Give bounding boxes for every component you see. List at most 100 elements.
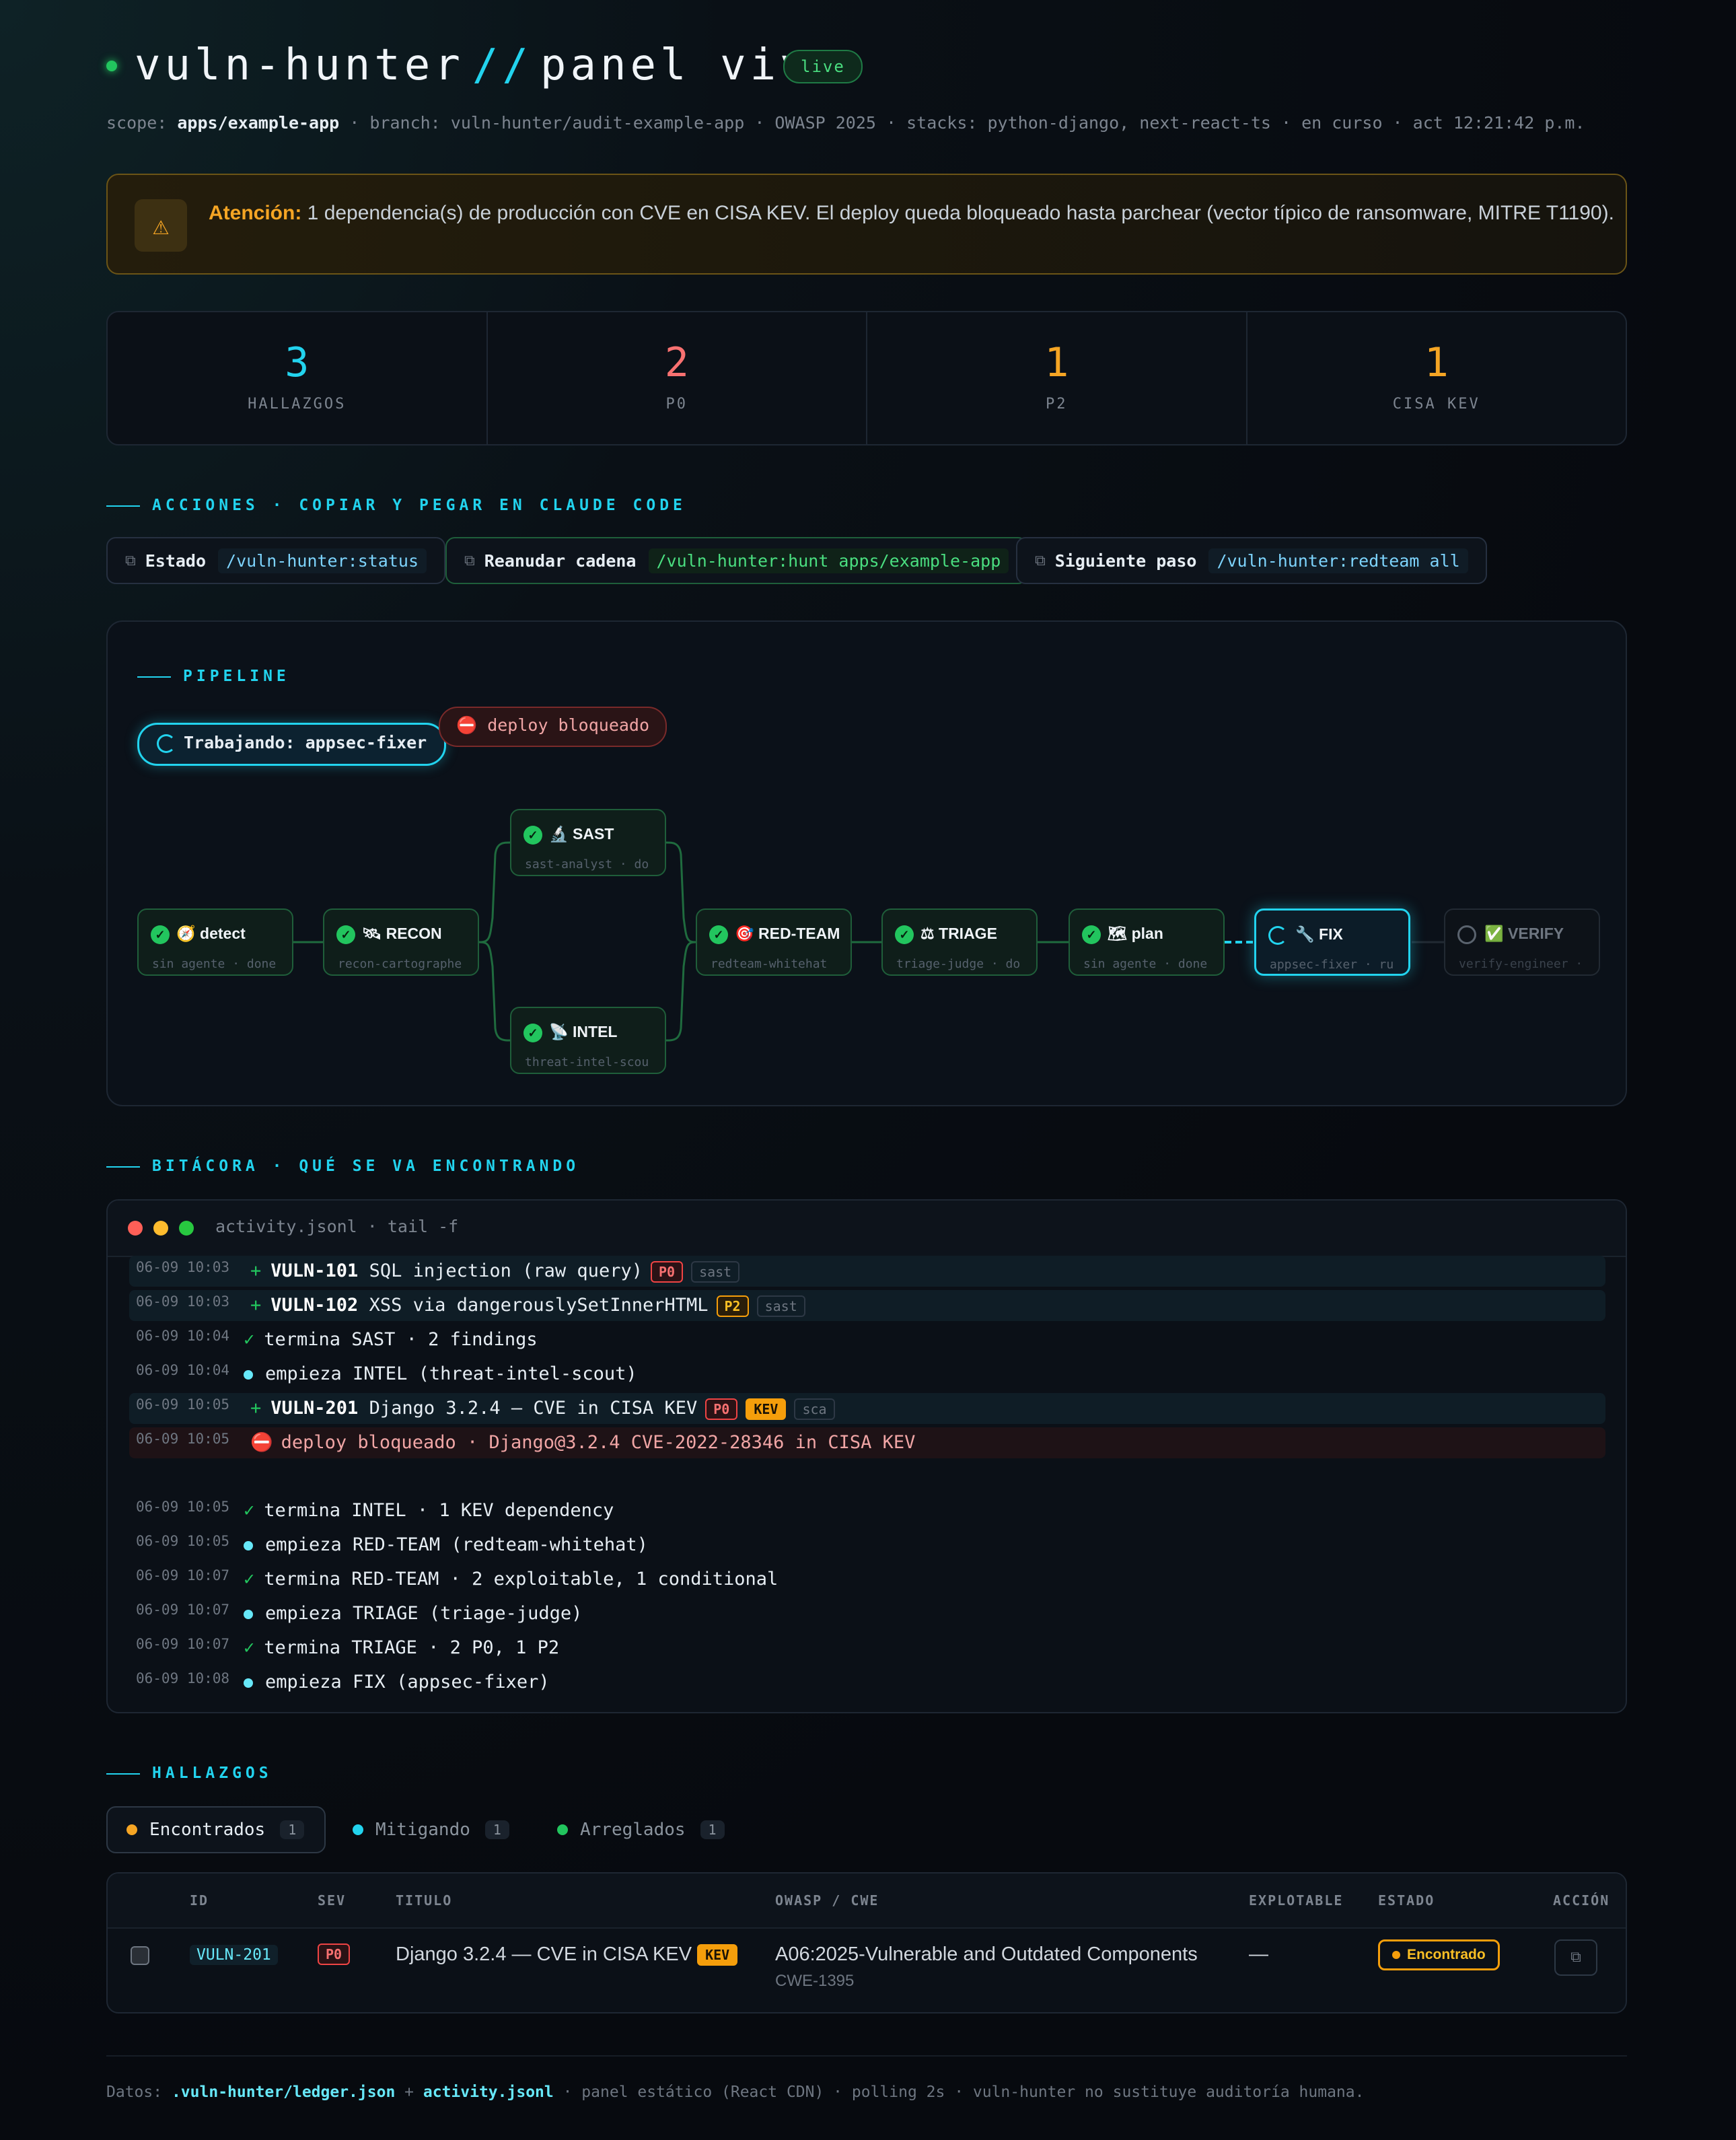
node-subtitle: sast-analyst · do (525, 857, 649, 871)
action-next-button[interactable]: ⧉ Siguiente paso/vuln-hunter:redteam all (1016, 537, 1487, 584)
log-text: XSS via dangerouslySetInnerHTML (369, 1295, 709, 1316)
log-time: 06-09 10:03 (136, 1293, 230, 1310)
log-text: termina RED-TEAM · 2 exploitable, 1 cond… (264, 1569, 779, 1590)
kev-tag: KEV (697, 1944, 738, 1966)
node-triage[interactable]: ✓ ⚖ TRIAGE triage-judge · do (881, 908, 1038, 976)
node-redteam[interactable]: ✓ 🎯 RED-TEAM redteam-whitehat (696, 908, 852, 976)
action-label: Estado (145, 550, 207, 571)
footer-file-activity: activity.jsonl (423, 2083, 554, 2101)
tab-arreglados[interactable]: Arreglados 1 (538, 1806, 744, 1853)
log-time: 06-09 10:03 (136, 1259, 230, 1275)
node-intel[interactable]: ✓ 📡 INTEL threat-intel-scou (510, 1007, 666, 1074)
status-dot-icon (353, 1824, 363, 1835)
log-row: 06-09 10:08 empieza FIX (appsec-fixer) (129, 1667, 1605, 1698)
edge-recon-sast (478, 841, 511, 943)
copy-icon: ⧉ (1570, 1949, 1581, 1966)
edge-recon-intel (478, 941, 511, 1042)
finding-title-text: Django 3.2.4 — CVE in CISA KEV (396, 1943, 692, 1965)
kev-tag: KEV (746, 1398, 787, 1420)
node-detect[interactable]: ✓ 🧭 detect sin agente · done (137, 908, 293, 976)
action-status-button[interactable]: ⧉ Estado/vuln-hunter:status (106, 537, 446, 584)
maximize-dot-icon (179, 1221, 194, 1236)
node-subtitle: triage-judge · do (896, 957, 1021, 971)
node-plan[interactable]: ✓ 🗺 plan sin agente · done (1069, 908, 1225, 976)
col-sev: SEV (318, 1892, 347, 1909)
activity-terminal: activity.jsonl · tail -f 06-09 10:03 + VUL… (106, 1199, 1627, 1713)
stat-p0: 2 P0 (488, 312, 867, 444)
terminal-title: activity.jsonl · tail -f (215, 1217, 459, 1236)
tab-count: 1 (280, 1820, 305, 1839)
findings-table: ID SEV TITULO OWASP / CWE EXPLOTABLE EST… (106, 1872, 1627, 2013)
log-text: empieza INTEL (threat-intel-scout) (265, 1363, 637, 1384)
state-dot-icon (1392, 1951, 1400, 1960)
table-header: ID SEV TITULO OWASP / CWE EXPLOTABLE EST… (108, 1874, 1626, 1929)
node-title: SAST (573, 825, 614, 843)
col-id: ID (190, 1892, 209, 1909)
row-checkbox[interactable] (131, 1946, 149, 1965)
col-title: TITULO (396, 1892, 453, 1909)
log-time: 06-09 10:04 (136, 1362, 230, 1378)
col-action: ACCIÓN (1553, 1892, 1610, 1909)
stat-hallazgos: 3 HALLAZGOS (108, 312, 488, 444)
log-row: 06-09 10:05 ✓ termina INTEL · 1 KEV depend… (129, 1495, 1605, 1526)
node-verify[interactable]: ✅ VERIFY verify-engineer · (1444, 908, 1600, 976)
stats-bar: 3 HALLAZGOS 2 P0 1 P2 1 CISA KEV (106, 311, 1627, 445)
title-left: vuln-hunter (135, 40, 464, 90)
footer-file-ledger: .vuln-hunter/ledger.json (171, 2083, 396, 2101)
log-row: 06-09 10:07 ✓ termina TRIAGE · 2 P0, 1 P2 (129, 1633, 1605, 1664)
copy-icon: ⧉ (1035, 552, 1046, 569)
spinner-icon (1268, 925, 1287, 945)
copy-icon: ⧉ (125, 552, 136, 569)
action-command: /vuln-hunter:status (218, 548, 427, 573)
alert-text: Atención: 1 dependencia(s) de producción… (209, 202, 1614, 225)
check-icon: ✓ (709, 925, 728, 944)
findings-heading: HALLAZGOS (106, 1764, 273, 1782)
node-subtitle: sin agente · done (152, 957, 277, 971)
stat-kev: 1 CISA KEV (1247, 312, 1626, 444)
severity-tag: P2 (716, 1295, 749, 1317)
finding-id: VULN-201 (190, 1945, 278, 1965)
tab-count: 1 (700, 1820, 725, 1839)
stat-value: 3 (285, 339, 310, 386)
action-resume-button[interactable]: ⧉ Reanudar cadena/vuln-hunter:hunt apps/e… (445, 537, 1028, 584)
footer-prefix: Datos: (106, 2083, 163, 2101)
state-label: Encontrado (1407, 1947, 1486, 1962)
node-recon[interactable]: ✓ 🛰 RECON recon-cartographe (323, 908, 479, 976)
kev-alert: ⚠ Atención: 1 dependencia(s) de producci… (106, 174, 1627, 275)
node-title: TRIAGE (939, 925, 997, 942)
finding-sev: P0 (318, 1943, 351, 1965)
node-fix[interactable]: 🔧 FIX appsec-fixer · ru (1254, 908, 1410, 976)
log-row: 06-09 10:04 empieza INTEL (threat-intel-s… (129, 1359, 1605, 1390)
node-subtitle: redteam-whitehat (711, 957, 828, 971)
log-row: 06-09 10:03 + VULN-101 SQL injection (raw … (129, 1256, 1605, 1287)
finding-state-badge[interactable]: Encontrado (1378, 1939, 1500, 1970)
source-tag: sast (691, 1260, 740, 1283)
footer-plus: + (404, 2083, 414, 2101)
log-time: 06-09 10:08 (136, 1670, 230, 1686)
copy-icon: ⧉ (464, 552, 475, 569)
microscope-icon: 🔬 (549, 825, 569, 843)
log-text: empieza TRIAGE (triage-judge) (265, 1603, 583, 1624)
stat-value: 1 (1044, 339, 1069, 386)
actions-heading: ACCIONES · COPIAR Y PEGAR EN CLAUDE CODE (106, 497, 686, 514)
footer-note: · panel estático (React CDN) · polling 2… (563, 2083, 1365, 2101)
live-badge: live (783, 50, 863, 83)
pipeline-connectors (293, 841, 1444, 1042)
stat-p2: 1 P2 (867, 312, 1247, 444)
close-dot-icon (128, 1221, 143, 1236)
tab-encontrados[interactable]: Encontrados 1 (106, 1806, 326, 1853)
edge-sast-redteam (665, 841, 696, 943)
log-text: empieza FIX (appsec-fixer) (265, 1672, 550, 1692)
node-sast[interactable]: ✓ 🔬 SAST sast-analyst · do (510, 809, 666, 876)
node-subtitle: appsec-fixer · ru (1270, 958, 1394, 972)
action-label: Reanudar cadena (484, 550, 637, 571)
check-icon: ✓ (895, 925, 914, 944)
copy-action-button[interactable]: ⧉ (1554, 1939, 1597, 1976)
check-icon: ✓ (523, 825, 542, 845)
antenna-icon: 📡 (549, 1023, 569, 1040)
log-text: termina TRIAGE · 2 P0, 1 P2 (264, 1637, 560, 1658)
node-title: detect (200, 925, 246, 942)
tab-mitigando[interactable]: Mitigando 1 (334, 1806, 528, 1853)
footer: Datos: .vuln-hunter/ledger.json + activi… (106, 2083, 1364, 2101)
meta-rest: · branch: vuln-hunter/audit-example-app … (349, 113, 1585, 133)
